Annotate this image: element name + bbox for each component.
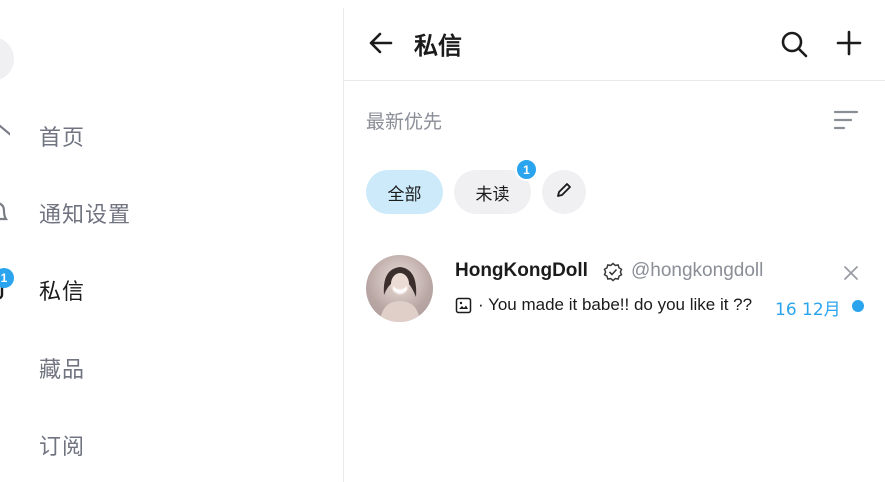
profile-avatar[interactable] xyxy=(0,37,14,81)
arrow-left-icon[interactable] xyxy=(366,28,396,58)
message-list-item[interactable]: HongKongDoll @hongkongdoll · You made it… xyxy=(344,240,885,335)
search-icon[interactable] xyxy=(779,29,809,59)
sidebar-item-label: 首页 xyxy=(39,126,86,151)
subscription-icon xyxy=(0,431,10,457)
edit-filters-button[interactable] xyxy=(542,170,586,214)
sidebar-item-label: 通知设置 xyxy=(39,203,132,228)
sidebar-item-home[interactable]: 首页 xyxy=(0,114,340,158)
message-date: 16 12月 xyxy=(775,300,841,320)
collection-icon xyxy=(0,354,10,380)
sidebar-item-label: 藏品 xyxy=(39,358,86,383)
sidebar-item-collections[interactable]: 藏品 xyxy=(0,346,340,390)
close-icon[interactable] xyxy=(842,264,860,282)
message-preview: · You made it babe!! do you like it ?? xyxy=(478,295,753,314)
sidebar-item-notifications[interactable]: 通知设置 xyxy=(0,191,340,235)
plus-icon[interactable] xyxy=(834,28,864,58)
sidebar-item-messages[interactable]: 1 私信 xyxy=(0,268,340,312)
messages-panel: 私信 最新优先 全部 未读 1 HongKongDoll @hongkongdo… xyxy=(344,0,885,482)
sidebar-item-label: 订阅 xyxy=(39,435,86,460)
image-icon xyxy=(455,297,472,314)
messages-header: 私信 xyxy=(344,0,885,81)
verified-icon xyxy=(603,262,623,282)
sidebar-item-subscriptions[interactable]: 订阅 xyxy=(0,423,340,467)
home-icon xyxy=(0,122,10,148)
unread-indicator xyxy=(852,300,864,312)
sort-label: 最新优先 xyxy=(366,111,443,133)
messages-badge: 1 xyxy=(0,268,14,288)
sender-handle: @hongkongdoll xyxy=(631,260,764,281)
avatar[interactable] xyxy=(366,255,433,322)
filter-all-label: 全部 xyxy=(387,184,422,205)
sender-name: HongKongDoll xyxy=(455,260,588,281)
bell-icon xyxy=(0,199,10,225)
sidebar: 首页 通知设置 1 私信 藏品 订阅 xyxy=(0,0,344,482)
filter-all-chip[interactable]: 全部 xyxy=(366,170,443,214)
unread-badge: 1 xyxy=(515,158,538,181)
pencil-icon xyxy=(555,181,573,204)
filter-unread-label: 未读 xyxy=(475,184,510,205)
sidebar-item-label: 私信 xyxy=(39,280,86,305)
page-title: 私信 xyxy=(414,32,462,60)
sort-icon[interactable] xyxy=(832,107,860,133)
